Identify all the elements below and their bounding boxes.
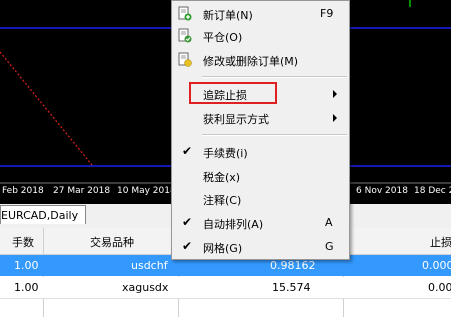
cell-lots: 1.00 — [14, 259, 39, 272]
menu-shortcut: A — [325, 216, 333, 229]
cell-price: 15.574 — [272, 281, 311, 294]
menu-item-label: 自动排列(A) — [203, 218, 264, 231]
date-tick: 27 Mar 2018 — [53, 186, 111, 196]
checkmark-icon: ✔ — [182, 239, 193, 253]
menu-item-taxes[interactable]: 税金(x) — [172, 165, 349, 187]
date-tick: 10 May 2018 — [117, 186, 176, 196]
column-header-sl[interactable]: 止损 — [430, 234, 451, 250]
menu-item-new-order[interactable]: 新订单(N) F9 — [172, 3, 349, 25]
menu-item-label: 税金(x) — [203, 171, 241, 184]
cell-sl: 0.0000 — [422, 259, 451, 272]
date-tick: Feb 2018 — [2, 186, 44, 196]
cell-symbol: xagusdx — [122, 281, 169, 294]
table-row[interactable]: 1.00 xagusdx 15.574 0.000 — [0, 277, 451, 299]
chart-symbol-tab[interactable]: EURCAD,Daily — [0, 205, 86, 224]
cell-sl: 0.000 — [428, 281, 451, 294]
modify-order-icon — [178, 52, 192, 67]
close-order-icon — [178, 28, 192, 43]
menu-item-profit-display[interactable]: 获利显示方式 — [172, 107, 349, 129]
menu-item-label: 平仓(O) — [203, 31, 243, 44]
menu-item-close-position[interactable]: 平仓(O) — [172, 25, 349, 47]
checkmark-icon: ✔ — [182, 144, 193, 158]
menu-separator — [202, 134, 347, 136]
menu-shortcut: G — [325, 240, 334, 253]
menu-item-label: 获利显示方式 — [203, 113, 269, 126]
menu-item-commission[interactable]: ✔ 手续费(i) — [172, 141, 349, 163]
menu-item-grid[interactable]: ✔ 网格(G) G — [172, 236, 349, 258]
date-tick: 18 Dec 2018 — [414, 186, 451, 196]
menu-item-label: 修改或删除订单(M) — [203, 55, 299, 68]
cell-price: 0.98162 — [270, 259, 316, 272]
menu-item-label: 注释(C) — [203, 194, 242, 207]
menu-item-comments[interactable]: 注释(C) — [172, 188, 349, 210]
cell-symbol: usdchf — [131, 259, 168, 272]
column-header-symbol[interactable]: 交易品种 — [90, 234, 134, 250]
menu-item-label: 网格(G) — [203, 242, 243, 255]
menu-shortcut: F9 — [320, 7, 334, 20]
menu-item-modify-order[interactable]: 修改或删除订单(M) — [172, 49, 349, 71]
checkmark-icon: ✔ — [182, 215, 193, 229]
menu-separator — [202, 76, 347, 78]
submenu-arrow-icon — [333, 114, 337, 122]
submenu-arrow-icon — [333, 90, 337, 98]
menu-item-label: 新订单(N) — [203, 9, 253, 22]
column-header-lots[interactable]: 手数 — [12, 234, 34, 250]
context-menu: 新订单(N) F9 平仓(O) 修改或删除订单(M) 追踪止损 获利显示方式 ✔… — [171, 0, 350, 260]
highlight-box — [189, 82, 277, 104]
menu-item-label: 手续费(i) — [203, 147, 248, 160]
date-tick: 6 Nov 2018 — [356, 186, 408, 196]
menu-item-auto-arrange[interactable]: ✔ 自动排列(A) A — [172, 212, 349, 234]
new-order-icon — [178, 6, 192, 21]
cell-lots: 1.00 — [14, 281, 39, 294]
